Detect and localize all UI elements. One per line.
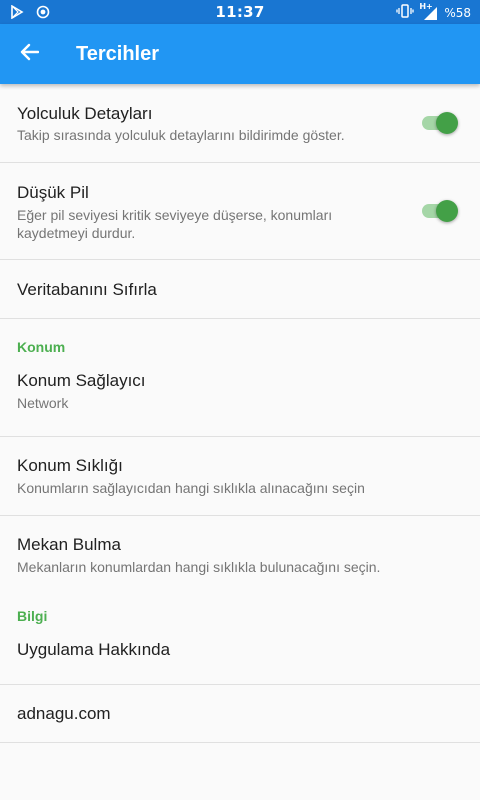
preference-title: adnagu.com: [17, 704, 111, 723]
preference-summary: Konumların sağlayıcıdan hangi sıklıkla a…: [17, 480, 365, 496]
status-bar: 11:37 H+ %58: [0, 0, 480, 24]
switch-thumb: [436, 200, 458, 222]
preference-title: Düşük Pil: [17, 183, 89, 202]
preference-summary: Mekanların konumlardan hangi sıklıkla bu…: [17, 559, 381, 575]
vibrate-icon: [396, 4, 414, 21]
place-finding-preference[interactable]: Mekan Bulma Mekanların konumlardan hangi…: [0, 516, 480, 594]
reset-database-preference[interactable]: Veritabanını Sıfırla: [0, 260, 480, 319]
preference-summary-line-2: kaydetmeyi durdur.: [17, 225, 136, 241]
website-preference[interactable]: adnagu.com: [0, 685, 480, 743]
low-battery-switch[interactable]: [420, 198, 458, 224]
back-button[interactable]: [14, 40, 44, 68]
location-frequency-preference[interactable]: Konum Sıklığı Konumların sağlayıcıdan ha…: [0, 437, 480, 516]
category-header-info: Bilgi: [0, 594, 480, 626]
location-provider-preference[interactable]: Konum Sağlayıcı Network: [0, 354, 480, 437]
category-title: Bilgi: [17, 608, 48, 624]
preference-title: Mekan Bulma: [17, 535, 121, 554]
signal-icon: H+: [419, 2, 439, 21]
trip-details-preference[interactable]: Yolculuk Detayları Takip sırasında yolcu…: [0, 84, 480, 163]
preference-title: Konum Sıklığı: [17, 456, 123, 475]
arrow-back-icon: [19, 43, 40, 66]
trip-details-switch[interactable]: [420, 110, 458, 136]
preferences-list: Yolculuk Detayları Takip sırasında yolcu…: [0, 84, 480, 743]
preference-title: Veritabanını Sıfırla: [17, 280, 157, 299]
category-header-location: Konum: [0, 319, 480, 355]
preference-title: Uygulama Hakkında: [17, 640, 171, 659]
preference-summary: Takip sırasında yolculuk detaylarını bil…: [17, 127, 345, 143]
about-app-preference[interactable]: Uygulama Hakkında: [0, 626, 480, 685]
low-battery-preference[interactable]: Düşük Pil Eğer pil seviyesi kritik seviy…: [0, 163, 480, 260]
preference-summary-line-1: Eğer pil seviyesi kritik seviyeye düşers…: [17, 207, 333, 223]
toolbar: Tercihler: [0, 24, 480, 84]
switch-thumb: [436, 112, 458, 134]
battery-percent: %58: [444, 5, 471, 20]
preference-title: Konum Sağlayıcı: [17, 371, 146, 390]
category-title: Konum: [17, 339, 66, 355]
page-title: Tercihler: [76, 43, 159, 65]
preference-title: Yolculuk Detayları: [17, 104, 153, 123]
preference-summary: Network: [17, 395, 69, 411]
